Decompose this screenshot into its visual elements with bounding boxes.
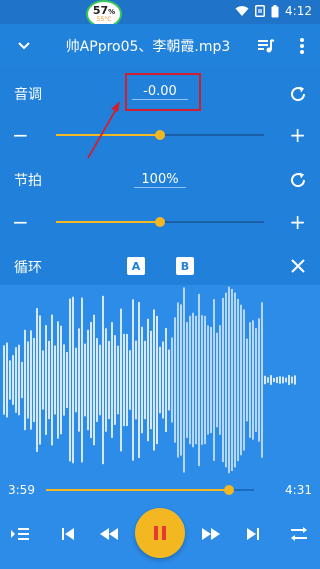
seek-bar[interactable] bbox=[46, 485, 254, 495]
pitch-increase-button[interactable]: + bbox=[289, 123, 306, 147]
clock: 4:12 bbox=[285, 4, 312, 18]
close-icon bbox=[291, 259, 305, 273]
pitch-reset-button[interactable] bbox=[288, 84, 308, 104]
collapse-button[interactable] bbox=[0, 24, 48, 68]
pause-button[interactable] bbox=[135, 508, 185, 558]
sim-icon bbox=[255, 5, 266, 17]
battery-icon bbox=[271, 4, 279, 18]
tempo-reset-button[interactable] bbox=[288, 170, 308, 190]
skip-next-icon bbox=[247, 528, 259, 540]
pitch-slider[interactable] bbox=[56, 130, 264, 140]
rewind-icon bbox=[100, 528, 118, 540]
track-title: 帅APpro05、李朝霞.mp3 bbox=[65, 39, 231, 55]
tempo-slider-thumb[interactable] bbox=[155, 217, 165, 227]
status-icons: 4:12 bbox=[235, 4, 312, 18]
pause-icon bbox=[154, 526, 166, 540]
shuffle-button[interactable] bbox=[288, 523, 310, 545]
progress-row: 3:59 4:31 bbox=[0, 478, 320, 502]
seek-bar-thumb[interactable] bbox=[224, 485, 235, 495]
next-button[interactable] bbox=[242, 523, 264, 545]
previous-button[interactable] bbox=[57, 523, 79, 545]
tempo-slider-fill bbox=[56, 221, 160, 223]
annotation-box bbox=[125, 73, 201, 111]
playlist-icon bbox=[258, 39, 275, 53]
more-vert-icon bbox=[300, 38, 304, 54]
tempo-decrease-button[interactable]: − bbox=[12, 210, 29, 234]
more-button[interactable] bbox=[284, 24, 320, 68]
battery-unit: % bbox=[108, 8, 116, 16]
fast-forward-icon bbox=[202, 528, 220, 540]
reset-icon bbox=[291, 172, 306, 188]
total-time: 4:31 bbox=[285, 483, 312, 497]
waveform[interactable] bbox=[0, 285, 320, 475]
tempo-slider[interactable] bbox=[56, 217, 264, 227]
tempo-label: 节拍 bbox=[14, 173, 42, 189]
loop-a-button[interactable]: A bbox=[127, 257, 145, 275]
pitch-slider-row: − + bbox=[0, 123, 320, 147]
app-bar: 帅APpro05、李朝霞.mp3 bbox=[0, 24, 320, 68]
queue-button[interactable] bbox=[9, 523, 31, 545]
waveform-graphic bbox=[3, 286, 296, 474]
loop-label: 循环 bbox=[14, 260, 42, 276]
status-bar: 57% 55°C 4:12 bbox=[0, 0, 320, 28]
skip-previous-icon bbox=[62, 528, 74, 540]
queue-icon bbox=[11, 528, 29, 540]
seek-bar-fill bbox=[46, 489, 230, 491]
chevron-down-icon bbox=[18, 42, 30, 50]
loop-b-button[interactable]: B bbox=[176, 257, 194, 275]
current-time: 3:59 bbox=[8, 483, 35, 497]
playlist-button[interactable] bbox=[248, 24, 284, 68]
pitch-slider-fill bbox=[56, 134, 160, 136]
tempo-slider-row: − + bbox=[0, 210, 320, 234]
tempo-increase-button[interactable]: + bbox=[289, 210, 306, 234]
pitch-decrease-button[interactable]: − bbox=[12, 123, 29, 147]
pitch-label: 音调 bbox=[14, 87, 42, 103]
playback-controls bbox=[0, 508, 320, 560]
tempo-value[interactable]: 100% bbox=[134, 172, 186, 188]
pitch-slider-thumb[interactable] bbox=[155, 130, 165, 140]
rewind-button[interactable] bbox=[98, 523, 120, 545]
shuffle-icon bbox=[291, 527, 307, 541]
loop-close-button[interactable] bbox=[288, 256, 308, 276]
wifi-icon bbox=[235, 5, 249, 17]
fast-forward-button[interactable] bbox=[200, 523, 222, 545]
temperature: 55°C bbox=[96, 16, 112, 23]
reset-icon bbox=[291, 86, 306, 102]
